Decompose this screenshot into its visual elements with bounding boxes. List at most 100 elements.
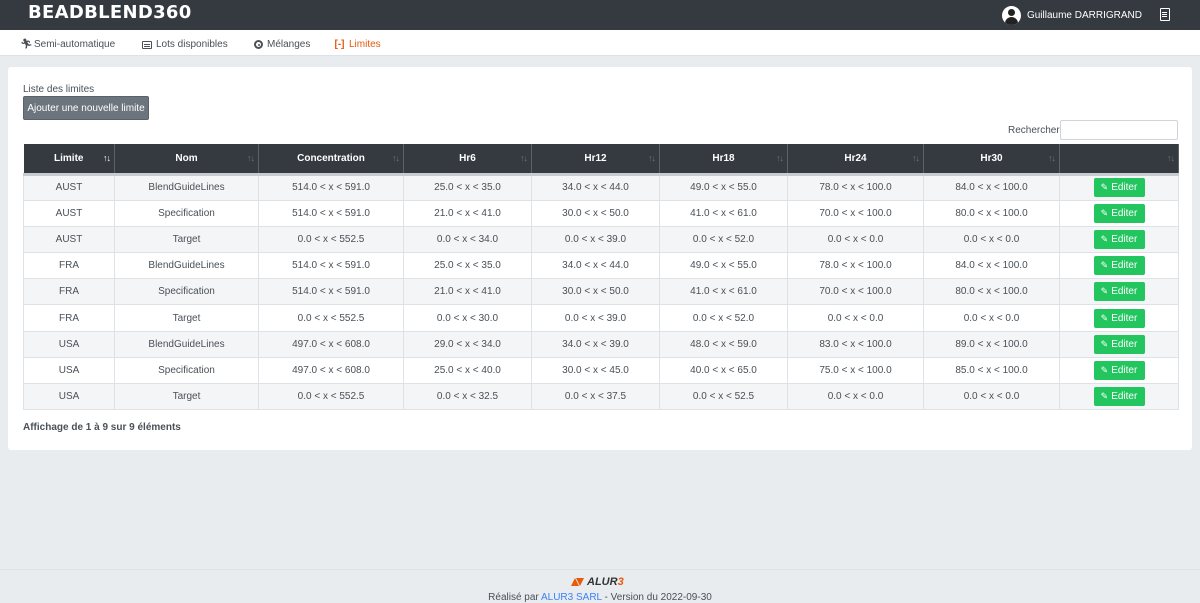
column-header[interactable]: Concentration ↑↓ — [258, 144, 404, 174]
brand-title[interactable]: BEADBLEND360 — [28, 2, 192, 23]
column-header[interactable]: Hr24 ↑↓ — [787, 144, 924, 174]
table-cell: 0.0 < x < 0.0 — [923, 304, 1060, 332]
action-cell: ✎ Editer — [1059, 304, 1179, 332]
limits-card: Liste des limites Ajouter une nouvelle l… — [8, 67, 1192, 450]
table-cell: 30.0 < x < 50.0 — [531, 199, 660, 227]
edit-button[interactable]: ✎ Editer — [1093, 256, 1145, 276]
sort-arrows-icon: ↑↓ — [1048, 153, 1056, 163]
running-person-icon: 🏃︎ — [20, 38, 33, 50]
column-header-label: Concentration — [297, 152, 365, 164]
table-cell: 25.0 < x < 35.0 — [403, 252, 532, 280]
table-cell: Target — [114, 382, 259, 411]
column-header[interactable]: Nom ↑↓ — [114, 144, 259, 174]
column-header-label: Hr6 — [459, 152, 476, 164]
footer: ALUR3 Réalisé par ALUR3 SARL - Version d… — [0, 569, 1200, 603]
action-cell: ✎ Editer — [1059, 172, 1179, 201]
table-row: FRA BlendGuideLines 514.0 < x < 591.0 25.0 … — [23, 252, 1179, 280]
table-cell: USA — [23, 356, 115, 385]
table-cell: 30.0 < x < 45.0 — [531, 356, 660, 385]
edit-button[interactable]: ✎ Editer — [1093, 334, 1145, 354]
nav-limites[interactable]: [-] Limites — [334, 39, 381, 50]
table-cell: 0.0 < x < 552.5 — [258, 225, 404, 254]
nav-label: Limites — [349, 39, 381, 50]
table-cell: 83.0 < x < 100.0 — [787, 330, 924, 358]
table-cell: 514.0 < x < 591.0 — [258, 278, 404, 306]
table-cell: 84.0 < x < 100.0 — [923, 252, 1060, 280]
table-cell: AUST — [23, 172, 115, 201]
action-cell: ✎ Editer — [1059, 330, 1179, 358]
table-row: AUST Target 0.0 < x < 552.5 0.0 < x < 34.0 0… — [23, 225, 1179, 254]
table-cell: 497.0 < x < 608.0 — [258, 330, 404, 358]
edit-label: Editer — [1111, 260, 1138, 272]
edit-button[interactable]: ✎ Editer — [1093, 229, 1145, 249]
add-limit-button[interactable]: Ajouter une nouvelle limite — [23, 96, 149, 120]
table-cell: BlendGuideLines — [114, 172, 259, 201]
table-cell: 21.0 < x < 41.0 — [403, 199, 532, 227]
table-cell: 0.0 < x < 34.0 — [403, 225, 532, 254]
table-cell: 0.0 < x < 552.5 — [258, 382, 404, 411]
action-cell: ✎ Editer — [1059, 225, 1179, 254]
user-menu[interactable]: Guillaume DARRIGRAND — [1001, 6, 1142, 25]
table-cell: FRA — [23, 278, 115, 306]
table-cell: 80.0 < x < 100.0 — [923, 199, 1060, 227]
logo-mark-icon — [571, 578, 585, 586]
edit-label: Editer — [1111, 182, 1138, 194]
credits-version: - Version du 2022-09-30 — [601, 592, 712, 603]
sort-arrows-icon: ↑↓ — [648, 153, 656, 163]
table-cell: 34.0 < x < 44.0 — [531, 252, 660, 280]
table-header-row: Limite ↑↓ Nom ↑↓ Concentration ↑↓ Hr6 ↑↓ Hr12 ↑↓ H… — [23, 144, 1179, 174]
edit-label: Editer — [1111, 233, 1138, 245]
user-avatar-icon — [1001, 6, 1021, 25]
table-cell: 21.0 < x < 41.0 — [403, 278, 532, 306]
table-row: USA Specification 497.0 < x < 608.0 25.0 < … — [23, 356, 1179, 385]
pencil-icon: ✎ — [1100, 182, 1109, 193]
column-header-label: Limite — [54, 152, 84, 164]
table-info: Affichage de 1 à 9 sur 9 éléments — [23, 422, 181, 433]
nav-melanges[interactable]: Mélanges — [254, 39, 310, 50]
nav-label: Mélanges — [267, 39, 311, 50]
table-cell: 0.0 < x < 52.0 — [659, 304, 788, 332]
edit-button[interactable]: ✎ Editer — [1093, 178, 1145, 198]
credits: Réalisé par ALUR3 SARL - Version du 2022… — [0, 592, 1200, 603]
column-header[interactable]: Hr12 ↑↓ — [531, 144, 660, 174]
column-header[interactable]: Hr6 ↑↓ — [403, 144, 532, 174]
search-input[interactable] — [1060, 120, 1178, 140]
target-circle-icon — [254, 40, 263, 49]
table-cell: 0.0 < x < 52.0 — [659, 225, 788, 254]
column-header[interactable]: Hr18 ↑↓ — [659, 144, 788, 174]
table-row: USA Target 0.0 < x < 552.5 0.0 < x < 32.5 0.… — [23, 382, 1179, 411]
limits-table: Limite ↑↓ Nom ↑↓ Concentration ↑↓ Hr6 ↑↓ Hr12 ↑↓ H… — [23, 144, 1179, 411]
sort-arrows-icon: ↑↓ — [392, 153, 400, 163]
edit-button[interactable]: ✎ Editer — [1093, 360, 1145, 380]
table-cell: 41.0 < x < 61.0 — [659, 199, 788, 227]
table-cell: 49.0 < x < 55.0 — [659, 172, 788, 201]
column-header-label: Nom — [175, 152, 198, 164]
edit-button[interactable]: ✎ Editer — [1093, 387, 1145, 407]
nav-semi-automatique[interactable]: 🏃︎ Semi-automatique — [20, 39, 115, 50]
table-cell: 0.0 < x < 39.0 — [531, 304, 660, 332]
column-header[interactable]: ↑↓ — [1059, 144, 1179, 174]
table-cell: 34.0 < x < 44.0 — [531, 172, 660, 201]
column-header[interactable]: Limite ↑↓ — [23, 144, 115, 174]
table-cell: 0.0 < x < 52.5 — [659, 382, 788, 411]
table-cell: 40.0 < x < 65.0 — [659, 356, 788, 385]
nav-lots-disponibles[interactable]: Lots disponibles — [142, 39, 228, 50]
sort-arrows-icon: ↑↓ — [1167, 153, 1175, 163]
table-cell: 0.0 < x < 0.0 — [787, 225, 924, 254]
pencil-icon: ✎ — [1100, 233, 1109, 244]
table-cell: 70.0 < x < 100.0 — [787, 278, 924, 306]
logo-number: 3 — [617, 576, 624, 588]
company-link[interactable]: ALUR3 SARL — [541, 592, 602, 603]
edit-button[interactable]: ✎ Editer — [1093, 203, 1145, 223]
search-label: Rechercher: — [1008, 125, 1063, 136]
table-cell: 70.0 < x < 100.0 — [787, 199, 924, 227]
table-cell: FRA — [23, 252, 115, 280]
edit-button[interactable]: ✎ Editer — [1093, 308, 1145, 328]
edit-label: Editer — [1111, 312, 1138, 324]
table-cell: 30.0 < x < 50.0 — [531, 278, 660, 306]
document-icon[interactable] — [1160, 8, 1170, 21]
edit-button[interactable]: ✎ Editer — [1093, 282, 1145, 302]
user-name: Guillaume DARRIGRAND — [1026, 10, 1142, 21]
column-header[interactable]: Hr30 ↑↓ — [923, 144, 1060, 174]
page-title: Liste des limites — [23, 84, 95, 95]
